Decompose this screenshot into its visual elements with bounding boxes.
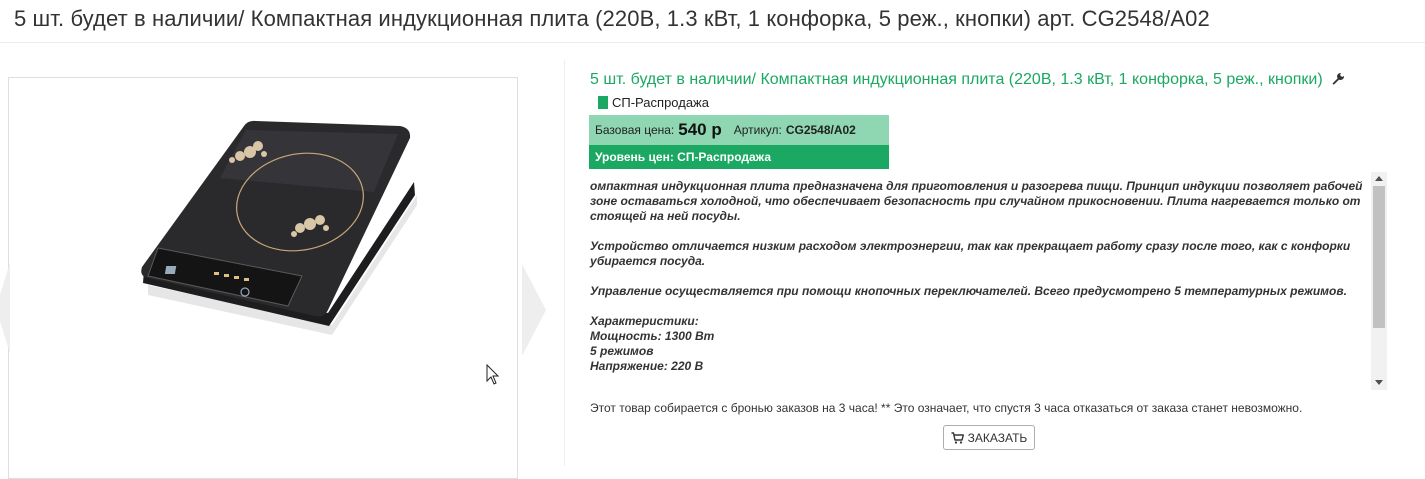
base-price-label: Базовая цена: [595, 123, 675, 137]
product-image [141, 120, 417, 335]
product-image-frame[interactable] [8, 77, 518, 479]
spec-modes: 5 режимов [590, 344, 654, 358]
spec-title: Характеристики: [590, 314, 699, 328]
article-label: Артикул: [733, 123, 782, 137]
order-button-label: ЗАКАЗАТЬ [967, 430, 1028, 445]
article-value: CG2548/A02 [785, 123, 856, 137]
description-paragraph: Управление осуществляется при помощи кно… [590, 284, 1347, 298]
price-box: Базовая цена: 540 р Артикул: CG2548/A02 … [589, 115, 889, 169]
mouse-cursor-icon [486, 364, 500, 385]
scroll-down-arrow[interactable] [1375, 380, 1383, 385]
cart-icon [951, 431, 964, 444]
price-level-row: Уровень цен: СП-Распродажа [589, 145, 889, 169]
description-scrollbar[interactable] [1371, 172, 1387, 390]
title-divider [0, 42, 1425, 43]
wrench-icon[interactable] [1331, 72, 1345, 86]
base-price-value: 540 р [678, 120, 722, 139]
base-price-row: Базовая цена: 540 р Артикул: CG2548/A02 [589, 115, 889, 145]
spec-power: Мощность: 1300 Вт [590, 329, 715, 343]
spec-voltage: Напряжение: 220 В [590, 359, 704, 373]
product-name-text: 5 шт. будет в наличии/ Компактная индукц… [590, 71, 1323, 88]
description-paragraph: Устройство отличается низким расходом эл… [590, 239, 1351, 268]
column-divider [564, 60, 565, 466]
sale-badge-swatch [598, 96, 608, 109]
gallery-next-arrow[interactable] [522, 264, 546, 356]
sale-badge-label: СП-Распродажа [612, 95, 709, 110]
gallery-prev-arrow[interactable] [0, 262, 10, 354]
price-level-text: Уровень цен: СП-Распродажа [595, 150, 771, 164]
scroll-up-arrow[interactable] [1375, 176, 1383, 181]
page-title: 5 шт. будет в наличии/ Компактная индукц… [14, 6, 1210, 31]
product-name: 5 шт. будет в наличии/ Компактная индукц… [590, 68, 1380, 114]
description-text: омпактная индукционная плита предназначе… [590, 179, 1370, 374]
reservation-notice: Этот товар собирается с бронью заказов н… [590, 401, 1303, 415]
order-button[interactable]: ЗАКАЗАТЬ [943, 425, 1035, 450]
description-paragraph: омпактная индукционная плита предназначе… [590, 179, 1363, 223]
sale-badge: СП-Распродажа [598, 91, 709, 114]
scroll-thumb[interactable] [1373, 186, 1385, 328]
product-description[interactable]: омпактная индукционная плита предназначе… [589, 172, 1387, 390]
